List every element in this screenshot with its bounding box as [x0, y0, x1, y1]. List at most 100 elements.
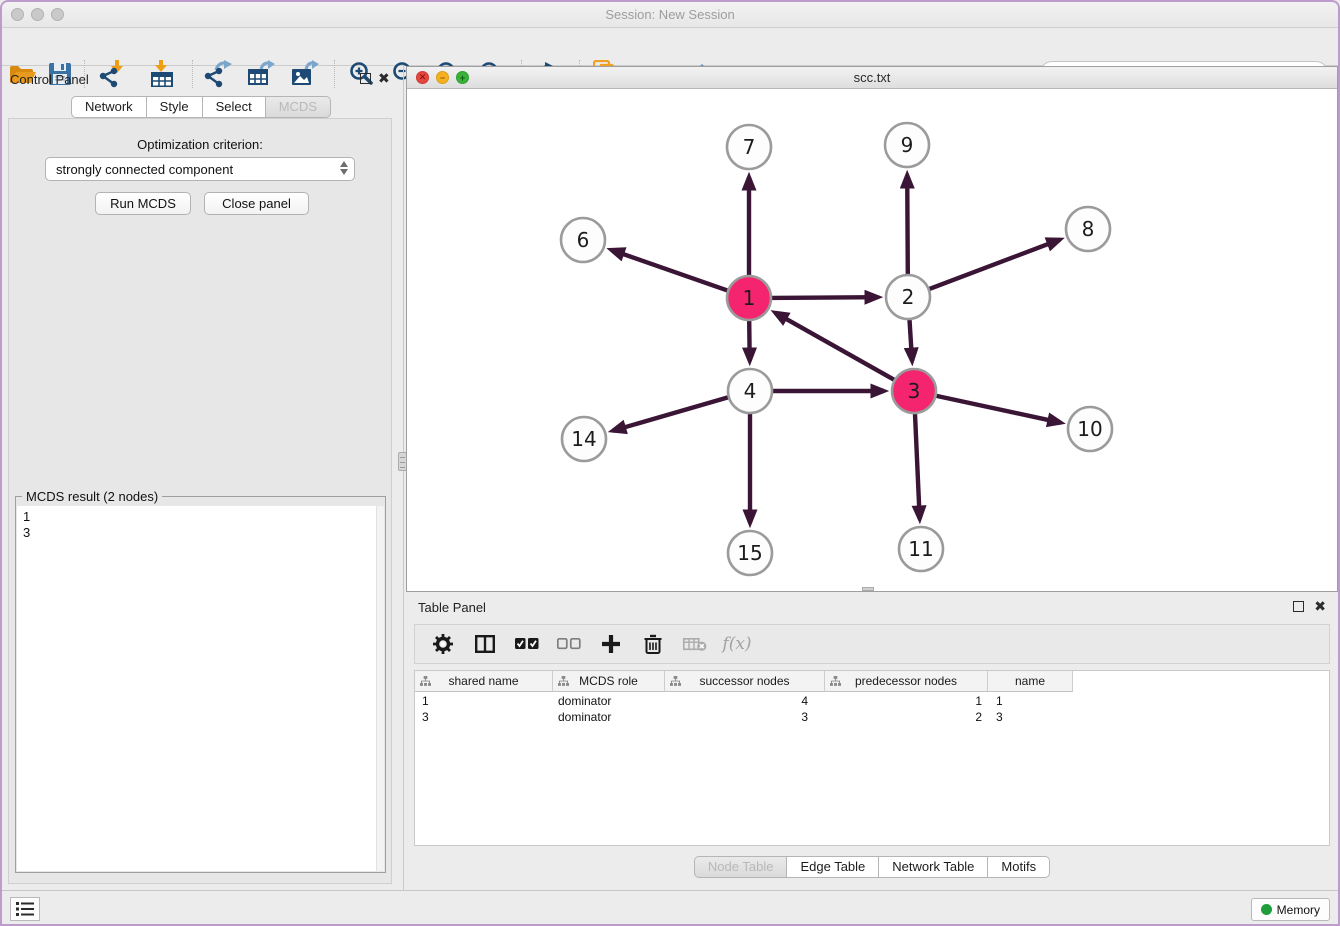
control-panel: Control Panel ✖ NetworkStyleSelectMCDS O… [0, 66, 402, 890]
node-label: 15 [737, 541, 762, 565]
node-2[interactable]: 2 [886, 275, 930, 319]
table-cell: 2 [825, 709, 988, 725]
tab-network-table[interactable]: Network Table [879, 856, 988, 878]
table-panel: Table Panel ✖ f(x) [406, 594, 1338, 884]
table-cell: dominator [553, 693, 665, 709]
table-row[interactable]: 3dominator323 [415, 709, 1329, 725]
status-bar: Memory [0, 890, 1340, 926]
network-canvas[interactable]: 7 9 6 8 1 2 4 3 14 10 15 11 [407, 89, 1337, 591]
deselect-all-icon[interactable] [555, 630, 583, 658]
table-close-icon[interactable]: ✖ [1314, 599, 1326, 613]
edge-2-3[interactable] [910, 320, 913, 361]
mcds-result-text[interactable]: 1 3 [17, 506, 384, 871]
table-panel-tabs: Node TableEdge TableNetwork TableMotifs [406, 856, 1338, 878]
node-label: 7 [743, 135, 756, 159]
tab-mcds[interactable]: MCDS [266, 96, 331, 118]
close-panel-icon[interactable]: ✖ [378, 71, 390, 85]
window-title: Session: New Session [0, 7, 1340, 22]
memory-status-icon [1261, 904, 1272, 915]
table-cell: 1 [415, 693, 553, 709]
column-label: shared name [448, 674, 518, 688]
application-window: Session: New Session [0, 0, 1340, 926]
node-label: 3 [908, 379, 921, 403]
edge-4-14[interactable] [613, 397, 728, 430]
column-label: predecessor nodes [855, 674, 957, 688]
criterion-value: strongly connected component [56, 162, 233, 177]
criterion-dropdown[interactable]: strongly connected component [45, 157, 355, 181]
edge-3-10[interactable] [937, 396, 1061, 423]
node-4[interactable]: 4 [728, 369, 772, 413]
node-table-body: 1dominator4113dominator323 [415, 693, 1329, 845]
column-header-successor-nodes[interactable]: successor nodes [665, 671, 825, 691]
node-15[interactable]: 15 [728, 531, 772, 575]
column-header-mcds-role[interactable]: MCDS role [553, 671, 665, 691]
node-label: 4 [744, 379, 757, 403]
network-window-titlebar[interactable]: ✕ − + scc.txt [407, 67, 1337, 89]
node-14[interactable]: 14 [562, 417, 606, 461]
node-3[interactable]: 3 [892, 369, 936, 413]
tab-motifs[interactable]: Motifs [988, 856, 1050, 878]
table-row[interactable]: 1dominator411 [415, 693, 1329, 709]
edge-1-6[interactable] [611, 250, 727, 291]
node-9[interactable]: 9 [885, 123, 929, 167]
edge-2-9[interactable] [907, 175, 908, 274]
mcds-result-scrollbar[interactable] [376, 506, 384, 871]
list-icon [16, 902, 34, 916]
memory-button[interactable]: Memory [1251, 898, 1330, 921]
settings-gear-icon[interactable] [429, 630, 457, 658]
node-6[interactable]: 6 [561, 218, 605, 262]
column-header-name[interactable]: name [988, 671, 1073, 691]
memory-label: Memory [1277, 903, 1320, 917]
column-label: successor nodes [699, 674, 789, 688]
node-1[interactable]: 1 [727, 276, 771, 320]
column-header-shared-name[interactable]: shared name [415, 671, 553, 691]
node-label: 2 [902, 285, 915, 309]
column-header-predecessor-nodes[interactable]: predecessor nodes [825, 671, 988, 691]
select-all-icon[interactable] [513, 630, 541, 658]
table-cell: 3 [988, 709, 1073, 725]
toggle-columns-icon[interactable] [471, 630, 499, 658]
title-bar: Session: New Session [0, 0, 1340, 28]
node-label: 9 [901, 133, 914, 157]
control-panel-tabs: NetworkStyleSelectMCDS [0, 96, 402, 118]
edge-2-8[interactable] [930, 240, 1060, 289]
tab-select[interactable]: Select [203, 96, 266, 118]
edge-3-11[interactable] [915, 414, 920, 519]
network-view-window: ✕ − + scc.txt 7 9 6 8 1 2 4 3 14 10 15 11 [406, 66, 1338, 592]
edge-1-2[interactable] [772, 297, 878, 298]
node-label: 8 [1082, 217, 1095, 241]
node-table: shared name MCDS role successor nodes prede… [414, 670, 1330, 846]
table-toolbar: f(x) [414, 624, 1330, 664]
node-8[interactable]: 8 [1066, 207, 1110, 251]
node-label: 11 [908, 537, 933, 561]
tab-edge-table[interactable]: Edge Table [787, 856, 879, 878]
node-label: 10 [1077, 417, 1102, 441]
node-label: 6 [577, 228, 590, 252]
table-cell: 3 [665, 709, 825, 725]
delete-table-icon[interactable] [681, 630, 709, 658]
tab-style[interactable]: Style [147, 96, 203, 118]
edge-1-4[interactable] [749, 321, 750, 361]
table-cell: 3 [415, 709, 553, 725]
mcds-panel-body: Optimization criterion: strongly connect… [8, 118, 392, 884]
function-builder-icon[interactable]: f(x) [723, 630, 751, 658]
task-history-button[interactable] [10, 897, 40, 921]
tab-node-table[interactable]: Node Table [694, 856, 788, 878]
node-10[interactable]: 10 [1068, 407, 1112, 451]
dropdown-stepper-icon [340, 161, 348, 175]
edge-3-1[interactable] [775, 313, 894, 380]
table-float-icon[interactable] [1293, 601, 1304, 612]
tab-network[interactable]: Network [71, 96, 147, 118]
column-label: name [1015, 674, 1045, 688]
table-cell: 1 [988, 693, 1073, 709]
float-panel-icon[interactable] [360, 73, 371, 84]
delete-row-icon[interactable] [639, 630, 667, 658]
run-mcds-button[interactable]: Run MCDS [95, 192, 191, 215]
add-row-icon[interactable] [597, 630, 625, 658]
panel-splitter[interactable] [403, 66, 404, 890]
mcds-result-title: MCDS result (2 nodes) [22, 489, 162, 504]
network-resize-grip[interactable] [862, 587, 874, 591]
node-7[interactable]: 7 [727, 125, 771, 169]
node-11[interactable]: 11 [899, 527, 943, 571]
close-panel-button[interactable]: Close panel [204, 192, 309, 215]
